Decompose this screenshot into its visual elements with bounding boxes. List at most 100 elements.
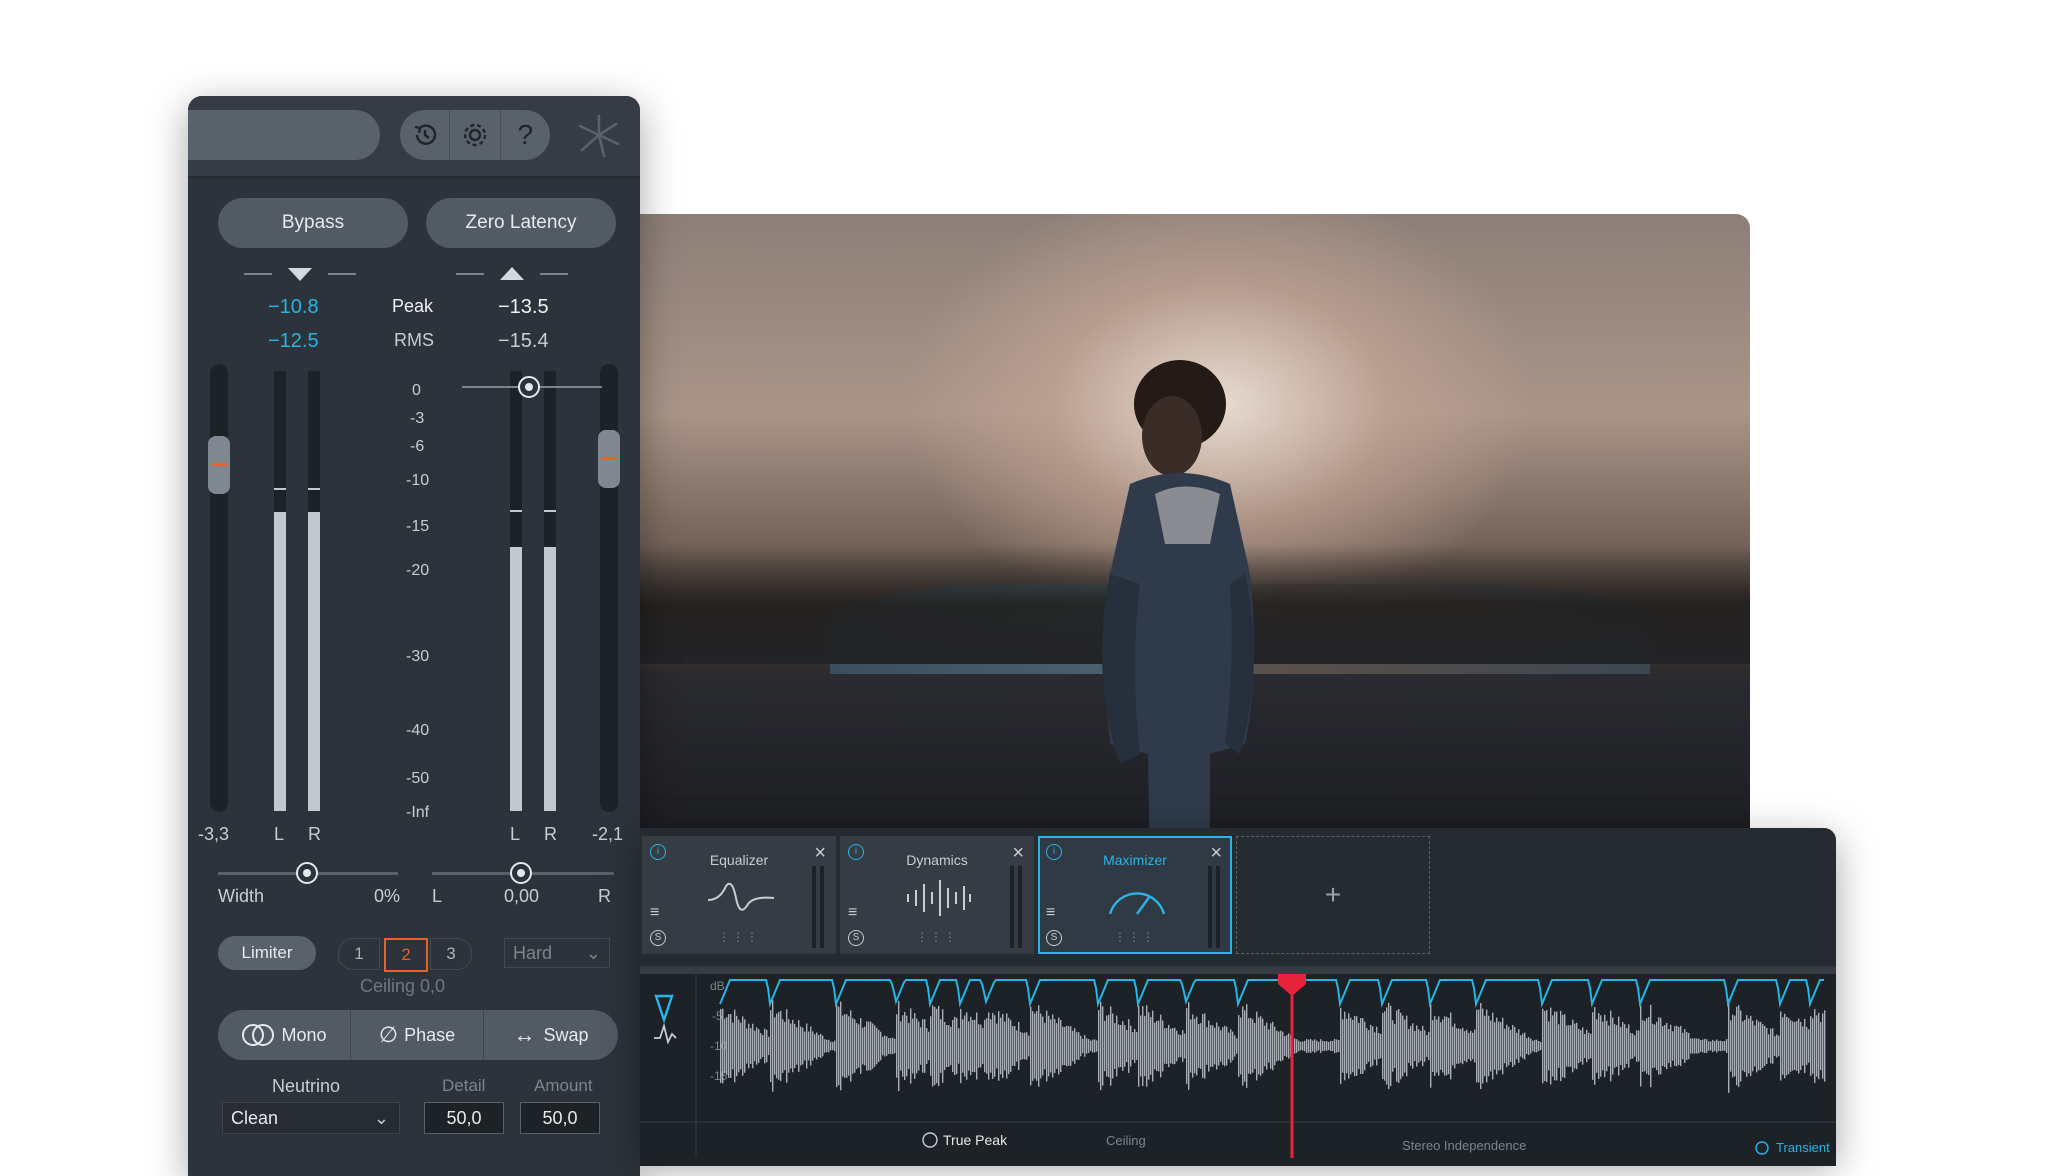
playhead-marker-icon[interactable] <box>1278 974 1306 996</box>
waveform-sample-bar <box>1464 1031 1466 1061</box>
swap-button[interactable]: ↔ Swap <box>484 1010 618 1060</box>
module-equalizer[interactable]: i Equalizer × ≡ S ⋮⋮⋮ <box>642 836 836 954</box>
info-icon[interactable] <box>922 1132 938 1148</box>
waveform-sample-bar <box>1116 1015 1118 1077</box>
mono-button[interactable]: Mono <box>218 1010 351 1060</box>
waveform-sample-bar <box>1310 1039 1312 1053</box>
balance-right-label: R <box>598 886 611 906</box>
zero-latency-button[interactable]: Zero Latency <box>426 198 616 248</box>
grip-icon[interactable]: ⋮⋮⋮ <box>644 930 834 944</box>
neutrino-mode-select[interactable]: Clean ⌄ <box>222 1102 400 1134</box>
waveform-sample-bar <box>1820 1021 1822 1071</box>
waveform-sample-bar <box>1436 1019 1438 1073</box>
waveform-sample-bar <box>1316 1040 1318 1052</box>
waveform-sample-bar <box>836 1004 838 1088</box>
threshold-knob[interactable] <box>518 376 540 398</box>
grip-icon[interactable]: ⋮⋮⋮ <box>842 930 1032 944</box>
waveform-sample-bar <box>1574 1023 1576 1069</box>
module-chain-panel: i Equalizer × ≡ S ⋮⋮⋮ i Dynamics × ≡ S ⋮… <box>640 828 1836 1166</box>
waveform-sample-bar <box>772 1000 774 1092</box>
gear-icon[interactable] <box>450 110 501 160</box>
input-meter-left-fill <box>274 511 286 811</box>
waveform-sample-bar <box>1816 1015 1818 1077</box>
transient-toggle-icon[interactable] <box>1755 1141 1769 1155</box>
waveform-sample-bar <box>1702 1039 1704 1053</box>
waveform-sample-bar <box>1780 1011 1782 1081</box>
waveform-sample-bar <box>940 1019 942 1073</box>
waveform-sample-bar <box>812 1031 814 1061</box>
list-icon[interactable]: ≡ <box>1046 904 1055 922</box>
waveform-sample-bar <box>1378 1032 1380 1060</box>
waveform-sample-bar <box>1190 1019 1192 1073</box>
limiter-mode-3[interactable]: 3 <box>430 938 472 970</box>
waveform-sample-bar <box>860 1018 862 1074</box>
list-icon[interactable]: ≡ <box>650 904 659 922</box>
waveform-sample-bar <box>1042 1016 1044 1076</box>
width-slider-knob[interactable] <box>296 862 318 884</box>
waveform-sample-bar <box>914 1013 916 1079</box>
waveform-sample-bar <box>1222 1027 1224 1065</box>
waveform-sample-bar <box>762 1035 764 1057</box>
limiter-style-select[interactable]: Hard ⌄ <box>504 938 610 968</box>
waveform-sample-bar <box>920 1027 922 1065</box>
waveform-sample-bar <box>1416 1025 1418 1067</box>
transient-mode-icon[interactable] <box>654 1022 677 1045</box>
list-icon[interactable]: ≡ <box>848 904 857 922</box>
bypass-button[interactable]: Bypass <box>218 198 408 248</box>
waveform-sample-bar <box>1622 1021 1624 1071</box>
waveform-sample-bar <box>746 1028 748 1064</box>
waveform-sample-bar <box>1020 1031 1022 1061</box>
preset-field[interactable] <box>188 110 380 160</box>
waveform-sample-bar <box>1252 1019 1254 1073</box>
output-gain-fader[interactable] <box>598 364 620 812</box>
maximizer-mode-icon[interactable] <box>654 994 674 1024</box>
input-gain-fader[interactable] <box>208 364 230 812</box>
waveform-sample-bar <box>1268 1029 1270 1063</box>
close-icon[interactable]: × <box>1012 842 1024 865</box>
photo-person-silhouette <box>1102 360 1254 874</box>
waveform-sample-bar <box>1476 1009 1478 1083</box>
grip-icon[interactable]: ⋮⋮⋮ <box>1040 930 1230 944</box>
waveform-sample-bar <box>1332 1040 1334 1052</box>
waveform-sample-bar <box>1434 1016 1436 1076</box>
waveform-sample-bar <box>1098 1010 1100 1082</box>
waveform-sample-bar <box>1644 1020 1646 1072</box>
close-icon[interactable]: × <box>814 842 826 865</box>
limiter-mode-1[interactable]: 1 <box>338 938 380 970</box>
waveform-sample-bar <box>1482 1008 1484 1084</box>
waveform-sample-bar <box>1500 1022 1502 1070</box>
limiter-mode-2[interactable]: 2 <box>384 938 428 972</box>
output-gain-fader-thumb[interactable] <box>598 430 620 488</box>
waveform-sample-bar <box>1198 1023 1200 1069</box>
waveform-sample-bar <box>1330 1040 1332 1052</box>
waveform-sample-bar <box>1470 1030 1472 1062</box>
detail-label: Detail <box>442 1076 486 1095</box>
phase-button[interactable]: ∅ Phase <box>351 1010 484 1060</box>
ozone-logo-icon[interactable] <box>574 110 624 160</box>
waveform-sample-bar <box>1304 1040 1306 1052</box>
module-dynamics[interactable]: i Dynamics × ≡ S ⋮⋮⋮ <box>840 836 1034 954</box>
help-icon[interactable]: ? <box>501 110 550 160</box>
waveform-sample-bar <box>1242 1006 1244 1086</box>
waveform-sample-bar <box>754 1030 756 1062</box>
waveform-sample-bar <box>1708 1041 1710 1051</box>
amount-field[interactable]: 50,0 <box>520 1102 600 1134</box>
limiter-button[interactable]: Limiter <box>218 936 316 970</box>
balance-slider-knob[interactable] <box>510 862 532 884</box>
waveform-sample-bar <box>1620 1027 1622 1065</box>
close-icon[interactable]: × <box>1210 842 1222 865</box>
waveform-sample-bar <box>1472 1032 1474 1060</box>
module-maximizer[interactable]: i Maximizer × ≡ S ⋮⋮⋮ <box>1038 836 1232 954</box>
history-icon[interactable] <box>400 110 451 160</box>
waveform-sample-bar <box>1180 1034 1182 1058</box>
add-module-button[interactable]: + <box>1236 836 1430 954</box>
waveform-sample-bar <box>1376 1026 1378 1066</box>
detail-field[interactable]: 50,0 <box>424 1102 504 1134</box>
true-peak-label: True Peak <box>943 1132 1008 1148</box>
waveform-sample-bar <box>1698 1038 1700 1054</box>
waveform-sample-bar <box>1282 1031 1284 1061</box>
input-gain-fader-thumb[interactable] <box>208 436 230 494</box>
waveform-sample-bar <box>1562 1014 1564 1078</box>
waveform-sample-bar <box>774 1017 776 1075</box>
waveform-sample-bar <box>1394 1024 1396 1068</box>
